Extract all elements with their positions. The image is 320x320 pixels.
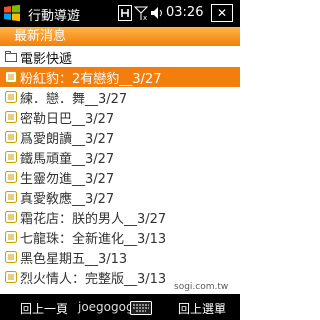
news-item-icon <box>5 191 17 203</box>
app-title: 行動導遊 <box>28 9 81 24</box>
signal-icon: x <box>134 6 148 21</box>
keyboard-icon[interactable] <box>130 301 152 315</box>
menu-softkey[interactable]: 回上選單 <box>178 300 226 317</box>
status-bar: 行動導遊 x 03:26 ✕ <box>0 0 240 27</box>
film-folder-icon <box>5 51 17 62</box>
list-item-label: 密勒日巴__3/27 <box>20 112 115 127</box>
list-item[interactable]: 粉紅豹：2有戀豹__3/27 <box>0 67 240 87</box>
list-item-label: 鐵馬頑童__3/27 <box>20 152 115 167</box>
list-item[interactable]: 霜花店：朕的男人__3/27 <box>0 207 240 227</box>
section-header-label: 最新消息 <box>14 29 67 44</box>
list-item-label: 粉紅豹：2有戀豹__3/27 <box>20 72 162 87</box>
watermark: sogi.com.tw <box>174 282 229 292</box>
svg-text:x: x <box>143 14 147 21</box>
volume-icon[interactable] <box>150 5 164 21</box>
clock[interactable]: 03:26 <box>166 5 203 20</box>
list-item[interactable]: 密勒日巴__3/27 <box>0 107 240 127</box>
news-item-icon <box>5 171 17 183</box>
list-item-label: 七龍珠：全新進化__3/13 <box>20 232 167 247</box>
news-item-icon <box>5 151 17 163</box>
news-item-icon <box>5 71 17 83</box>
list-item[interactable]: 真愛敎應__3/27 <box>0 187 240 207</box>
list-item-label: 生靈勿進__3/27 <box>20 172 115 187</box>
softkey-bar: 回上一頁 joegogogo 回上選單 <box>0 294 240 320</box>
list-item-label: 烈火情人：完整版__3/13 <box>20 272 167 287</box>
list-item-label: 練．戀．舞__3/27 <box>20 92 128 107</box>
news-item-icon <box>5 111 17 123</box>
list-item[interactable]: 練．戀．舞__3/27 <box>0 87 240 107</box>
windows-start-icon[interactable] <box>3 4 21 22</box>
list-item[interactable]: 七龍珠：全新進化__3/13 <box>0 227 240 247</box>
news-item-icon <box>5 211 17 223</box>
section-header: 最新消息 <box>0 27 240 46</box>
list-heading[interactable]: 電影快遞 <box>0 47 240 67</box>
list-heading-label: 電影快遞 <box>20 52 73 67</box>
news-item-icon <box>5 231 17 243</box>
back-softkey[interactable]: 回上一頁 <box>20 300 68 317</box>
news-item-icon <box>5 131 17 143</box>
list-item[interactable]: 爲愛朗讀__3/27 <box>0 127 240 147</box>
list-item-label: 黑色星期五__3/13 <box>20 252 128 267</box>
list-item-label: 真愛敎應__3/27 <box>20 192 115 207</box>
list-item-label: 爲愛朗讀__3/27 <box>20 132 115 147</box>
list-item[interactable]: 黑色星期五__3/13 <box>0 247 240 267</box>
list-item[interactable]: 鐵馬頑童__3/27 <box>0 147 240 167</box>
news-item-icon <box>5 251 17 263</box>
connectivity-h-icon <box>118 5 132 21</box>
list-item-label: 霜花店：朕的男人__3/27 <box>20 212 167 227</box>
news-item-icon <box>5 271 17 283</box>
news-item-icon <box>5 91 17 103</box>
close-button[interactable]: ✕ <box>211 4 233 22</box>
list-item[interactable]: 生靈勿進__3/27 <box>0 167 240 187</box>
